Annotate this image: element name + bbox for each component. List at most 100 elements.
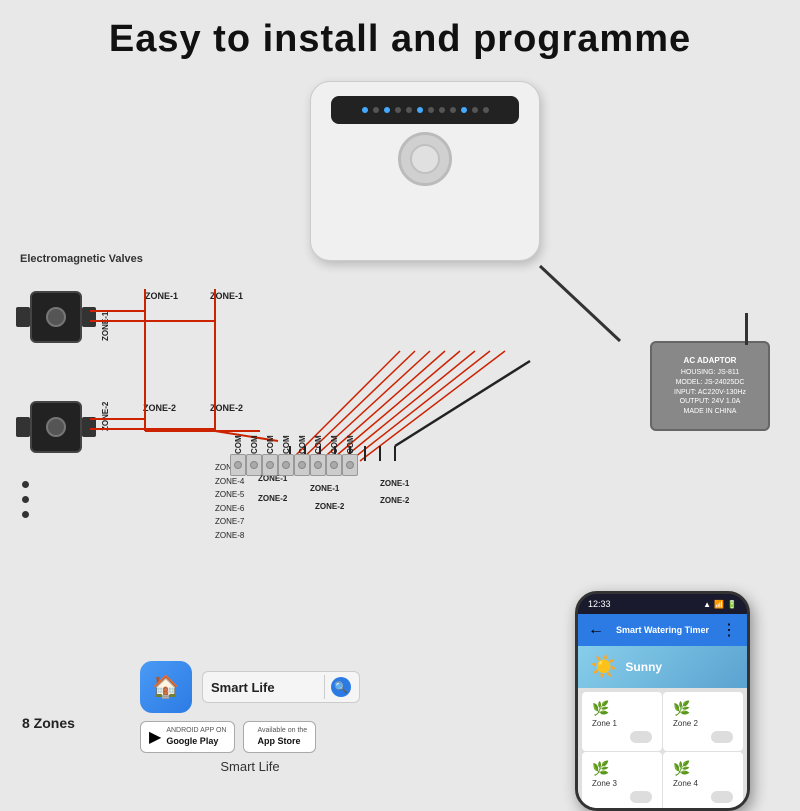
- svg-text:ZONE-1: ZONE-1: [101, 311, 110, 341]
- phone-weather-section: ☀️ Sunny: [578, 646, 747, 688]
- svg-text:ZONE-2: ZONE-2: [210, 403, 243, 413]
- search-icon[interactable]: 🔍: [331, 677, 351, 697]
- status-dot-10: [472, 107, 478, 113]
- com-terminal-5: [294, 454, 310, 476]
- phone-menu-icon[interactable]: ⋮: [721, 620, 737, 640]
- zone-3-toggle[interactable]: [630, 791, 652, 803]
- com-block-1: COM: [230, 426, 246, 476]
- com-block-4: COM: [278, 426, 294, 476]
- svg-text:ZONE-2: ZONE-2: [380, 496, 410, 505]
- phone-status-icons: ▲ 📶 🔋: [703, 600, 737, 609]
- status-dot-3: [395, 107, 401, 113]
- com-label-6: COM: [314, 426, 323, 454]
- status-dot-8: [450, 107, 456, 113]
- status-dot-11: [483, 107, 489, 113]
- com-screw-1: [234, 461, 242, 469]
- valve-1-port-left: [16, 307, 30, 327]
- com-screw-6: [314, 461, 322, 469]
- svg-text:ZONE-2: ZONE-2: [258, 494, 288, 503]
- com-terminal-1: [230, 454, 246, 476]
- com-label-4: COM: [282, 426, 291, 454]
- zone-4-label: ZONE-4: [215, 475, 244, 489]
- ac-adaptor-line1: HOUSING: JS-811: [681, 368, 739, 378]
- valve-2-body: [30, 401, 82, 453]
- valve-1: [30, 291, 88, 346]
- com-block-2: COM: [246, 426, 262, 476]
- zone-6-label: ZONE-6: [215, 502, 244, 516]
- com-block-3: COM: [262, 426, 278, 476]
- wifi-indicator: [362, 107, 368, 113]
- smart-life-caption: Smart Life: [140, 759, 360, 774]
- com-label-5: COM: [298, 426, 307, 454]
- zone-2-icon: 🌿: [673, 700, 733, 717]
- zone-2-toggle[interactable]: [711, 731, 733, 743]
- google-play-icon: ▶: [149, 727, 161, 747]
- main-diagram: Electromagnetic Valves 8 Zones ZONE-1 ZO…: [0, 71, 800, 811]
- svg-text:ZONE-2: ZONE-2: [143, 403, 176, 413]
- app-store-button[interactable]: Available on the App Store: [243, 721, 316, 753]
- dots-indicator: [22, 481, 29, 518]
- status-dot-1: [373, 107, 379, 113]
- status-dot-6: [428, 107, 434, 113]
- ac-adaptor-title: AC ADAPTOR: [684, 355, 737, 366]
- com-terminal-6: [310, 454, 326, 476]
- phone-zone-2-card[interactable]: 🌿 Zone 2: [663, 692, 743, 751]
- com-block-7: COM: [326, 426, 342, 476]
- com-label-1: COM: [234, 426, 243, 454]
- search-divider: [324, 675, 325, 699]
- phone-status-bar: 12:33 ▲ 📶 🔋: [578, 594, 747, 614]
- phone-screen: ← Smart Watering Timer ⋮ ☀️ Sunny 🌿 Zone…: [578, 614, 747, 808]
- com-block-8: COM: [342, 426, 358, 476]
- zone-3-label: Zone 3: [592, 779, 652, 788]
- com-terminal-4: [278, 454, 294, 476]
- zone-1-icon: 🌿: [592, 700, 652, 717]
- phone-app-title: Smart Watering Timer: [616, 625, 709, 635]
- controller-knob: [398, 132, 452, 186]
- controller-display: [331, 96, 519, 124]
- com-terminal-2: [246, 454, 262, 476]
- weather-text: Sunny: [625, 660, 662, 674]
- ac-adaptor-line2: MODEL: JS-24025DC: [676, 378, 745, 388]
- phone-zone-1-card[interactable]: 🌿 Zone 1: [582, 692, 662, 751]
- com-screw-5: [298, 461, 306, 469]
- phone-zones-grid: 🌿 Zone 1 🌿 Zone 2 🌿 Zone 3 🌿 Zone 4: [578, 688, 747, 808]
- valve-2-center: [46, 417, 66, 437]
- com-label-7: COM: [330, 426, 339, 454]
- com-screw-2: [250, 461, 258, 469]
- app-search-bar[interactable]: Smart Life 🔍: [202, 671, 360, 703]
- com-label-3: COM: [266, 426, 275, 454]
- dot-3: [22, 511, 29, 518]
- zone-7-label: ZONE-7: [215, 515, 244, 529]
- zones-count-label: 8 Zones: [22, 715, 75, 731]
- valve-1-body: [30, 291, 82, 343]
- phone-time: 12:33: [588, 599, 611, 609]
- svg-text:ZONE-1: ZONE-1: [145, 291, 178, 301]
- status-dot-9: [461, 107, 467, 113]
- com-terminal-3: [262, 454, 278, 476]
- zone-1-label: Zone 1: [592, 719, 652, 728]
- zone-3-icon: 🌿: [592, 760, 652, 777]
- page-title: Easy to install and programme: [0, 0, 800, 71]
- com-label-8: COM: [346, 426, 355, 454]
- svg-text:ZONE-2: ZONE-2: [101, 401, 110, 431]
- app-store-label: Available on the App Store: [257, 727, 307, 746]
- com-terminal-8: [342, 454, 358, 476]
- zone-4-label: Zone 4: [673, 779, 733, 788]
- ac-adaptor-line5: MADE IN CHINA: [684, 407, 737, 417]
- controller-knob-area: [311, 132, 539, 186]
- ac-adaptor-line3: INPUT: AC220V-130Hz: [674, 388, 746, 398]
- google-play-button[interactable]: ▶ ANDROID APP ON Google Play: [140, 721, 235, 753]
- ac-adaptor: AC ADAPTOR HOUSING: JS-811 MODEL: JS-240…: [650, 341, 770, 431]
- com-screw-8: [346, 461, 354, 469]
- smart-life-app-icon: 🏠: [140, 661, 192, 713]
- valve-2-port-left: [16, 417, 30, 437]
- zone-4-toggle[interactable]: [711, 791, 733, 803]
- valve-2: [30, 401, 88, 456]
- phone-back-icon[interactable]: ←: [588, 621, 604, 639]
- ac-adaptor-line4: OUTPUT: 24V 1.0A: [680, 397, 741, 407]
- em-valves-label: Electromagnetic Valves: [20, 253, 143, 265]
- dot-1: [22, 481, 29, 488]
- zone-1-toggle[interactable]: [630, 731, 652, 743]
- app-panel: 🏠 Smart Life 🔍 ▶ ANDROID APP ON Google P…: [140, 661, 360, 791]
- svg-text:ZONE-1: ZONE-1: [210, 291, 243, 301]
